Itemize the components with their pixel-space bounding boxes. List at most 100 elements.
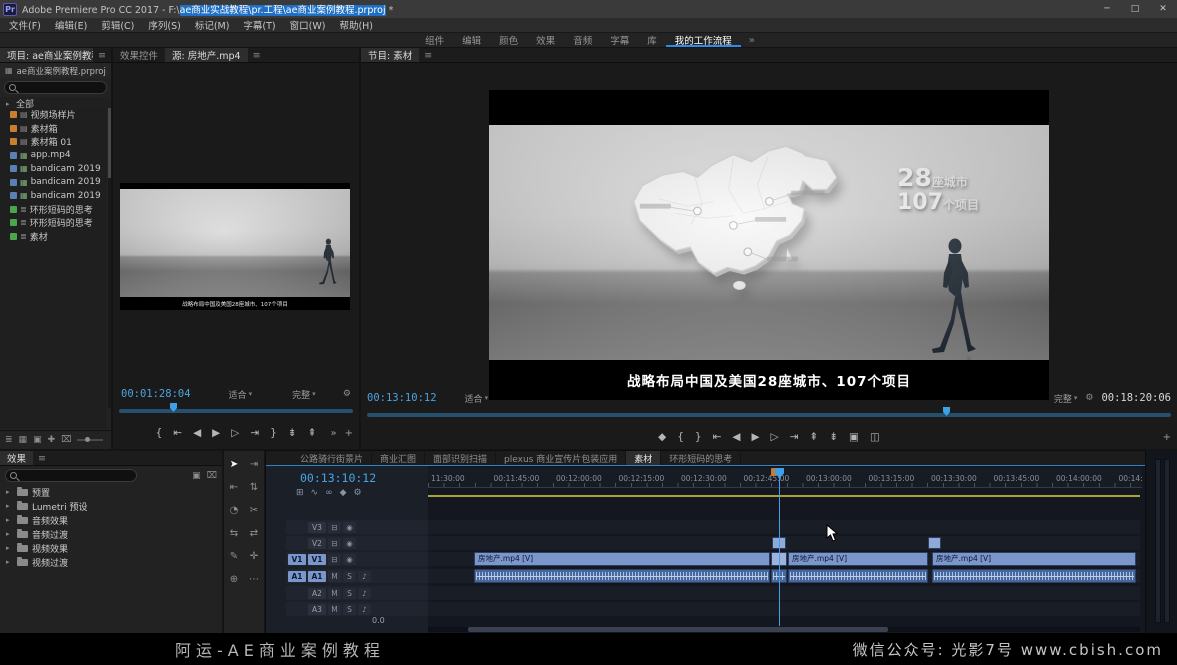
- label-color-chip[interactable]: [10, 138, 17, 145]
- track-select-forward-tool-icon[interactable]: ⇥: [247, 457, 262, 471]
- ripple-edit-tool-icon[interactable]: ⇤: [227, 480, 242, 494]
- label-color-chip[interactable]: [10, 179, 17, 186]
- new-custom-bin-icon[interactable]: ▣: [192, 471, 201, 481]
- slip-tool-icon[interactable]: ⇆: [227, 526, 242, 540]
- workspace-libraries[interactable]: 库: [638, 33, 666, 47]
- comparison-view-button[interactable]: ◫: [864, 426, 885, 448]
- source-fit-dropdown[interactable]: 适合▾: [229, 388, 253, 401]
- project-search-input[interactable]: [21, 83, 91, 93]
- new-bin-icon[interactable]: ▣: [33, 435, 42, 445]
- track-header-v3[interactable]: V3 ⊟ ◉: [286, 520, 428, 534]
- solo-button[interactable]: S: [343, 604, 356, 615]
- menu-clip[interactable]: 剪辑(C): [94, 18, 141, 32]
- track-lane-a2[interactable]: [428, 586, 1140, 600]
- project-item-bin-3[interactable]: 素材箱 01: [0, 135, 107, 149]
- play-button[interactable]: ▶: [746, 426, 765, 448]
- list-view-icon[interactable]: ≣: [5, 435, 13, 445]
- twirl-icon[interactable]: ▸: [6, 530, 13, 538]
- tab-program-monitor[interactable]: 节目: 素材: [361, 48, 419, 62]
- track-target-box[interactable]: A1: [308, 571, 326, 582]
- project-file-row[interactable]: ▦ ae商业案例教程.prproj: [0, 63, 111, 78]
- rolling-edit-tool-icon[interactable]: ⇅: [247, 480, 262, 494]
- workspace-custom[interactable]: 我的工作流程: [666, 33, 741, 47]
- overwrite-button[interactable]: ⇞: [302, 422, 322, 444]
- add-button-icon[interactable]: +: [345, 428, 353, 439]
- effects-audio-effects[interactable]: ▸ 音频效果: [0, 513, 222, 527]
- timeline-settings-icon[interactable]: ⚙: [354, 488, 362, 498]
- go-to-in-button[interactable]: ⇤: [707, 426, 727, 448]
- track-visibility-icon[interactable]: ◉: [343, 554, 356, 565]
- mark-out-button[interactable]: }: [689, 426, 707, 448]
- label-color-chip[interactable]: [10, 165, 17, 172]
- voiceover-mic-icon[interactable]: ♪: [358, 588, 371, 599]
- go-to-out-button[interactable]: ⇥: [784, 426, 804, 448]
- source-patch-box[interactable]: V1: [288, 554, 306, 565]
- mute-button[interactable]: M: [328, 604, 341, 615]
- effects-audio-transitions[interactable]: ▸ 音频过渡: [0, 527, 222, 541]
- track-header-v2[interactable]: V2 ⊟ ◉: [286, 536, 428, 550]
- icon-view-icon[interactable]: ▦: [19, 435, 28, 445]
- export-frame-button[interactable]: ▣: [844, 426, 865, 448]
- label-color-chip[interactable]: [10, 206, 17, 213]
- razor-tool-icon[interactable]: ✂: [247, 503, 262, 517]
- track-header-v1[interactable]: V1 V1 ⊟ ◉: [286, 552, 428, 566]
- program-scrollbar[interactable]: [367, 413, 1171, 417]
- timeline-clip-v1-1[interactable]: 房地产.mp4 [V]: [474, 552, 770, 566]
- label-color-chip[interactable]: [10, 152, 17, 159]
- timeline-clip-v1-3[interactable]: 房地产.mp4 [V]: [932, 552, 1136, 566]
- play-button[interactable]: ▶: [207, 422, 226, 444]
- mute-button[interactable]: M: [328, 588, 341, 599]
- track-target-box[interactable]: V2: [308, 538, 326, 549]
- sequence-tab-3[interactable]: 面部识别扫描: [425, 451, 496, 465]
- go-to-out-button[interactable]: ⇥: [245, 422, 265, 444]
- sequence-tab-5[interactable]: 素材: [626, 451, 661, 465]
- track-visibility-icon[interactable]: ◉: [343, 522, 356, 533]
- track-target-box[interactable]: A2: [308, 588, 326, 599]
- tab-source-monitor[interactable]: 源: 房地产.mp4: [165, 48, 248, 62]
- effects-video-effects[interactable]: ▸ 视频效果: [0, 541, 222, 555]
- snap-icon[interactable]: ∿: [311, 488, 319, 498]
- add-marker-button[interactable]: ◆: [653, 426, 672, 448]
- project-scrollbar[interactable]: [108, 108, 111, 408]
- program-timecode[interactable]: 00:13:10:12: [367, 392, 437, 404]
- project-item-bin-1[interactable]: 视频场样片: [0, 108, 107, 122]
- menu-title[interactable]: 字幕(T): [236, 18, 282, 32]
- add-marker-icon[interactable]: ◆: [340, 488, 347, 498]
- mark-out-button[interactable]: }: [265, 422, 283, 444]
- step-forward-button[interactable]: ▷: [765, 426, 784, 448]
- timeline-audio-clip-2[interactable]: [788, 569, 928, 583]
- label-color-chip[interactable]: [10, 111, 17, 118]
- project-item-clip-3[interactable]: bandicam 2019: [0, 176, 107, 190]
- timeline-playhead[interactable]: [779, 468, 780, 626]
- new-item-icon[interactable]: ✚: [48, 435, 56, 445]
- hand-tool-icon[interactable]: ✛: [247, 549, 262, 563]
- lift-button[interactable]: ⇞: [804, 426, 824, 448]
- source-resolution-dropdown[interactable]: 完整▾: [292, 388, 316, 401]
- track-header-a1[interactable]: A1 A1 M S ♪: [286, 569, 428, 583]
- effects-search-input[interactable]: [22, 471, 122, 481]
- step-forward-button[interactable]: ▷: [226, 422, 245, 444]
- go-to-in-button[interactable]: ⇤: [168, 422, 188, 444]
- project-item-seq-2[interactable]: 环形短码的思考: [0, 216, 107, 230]
- sequence-tab-1[interactable]: 公路骑行街景片: [292, 451, 372, 465]
- track-target-box[interactable]: V1: [308, 554, 326, 565]
- timeline-horizontal-scrollbar[interactable]: [428, 627, 1140, 632]
- program-resolution-dropdown[interactable]: 完整▾: [1054, 392, 1078, 405]
- panel-menu-icon[interactable]: ≡: [93, 48, 111, 62]
- track-lane-a3[interactable]: [428, 602, 1140, 616]
- menu-help[interactable]: 帮助(H): [332, 18, 380, 32]
- track-target-box[interactable]: A3: [308, 604, 326, 615]
- effects-video-transitions[interactable]: ▸ 视频过渡: [0, 555, 222, 569]
- solo-button[interactable]: S: [343, 571, 356, 582]
- workspace-assembly[interactable]: 组件: [416, 33, 453, 47]
- sync-lock-icon[interactable]: ⊟: [328, 554, 341, 565]
- panel-menu-icon[interactable]: ≡: [248, 48, 266, 62]
- menu-window[interactable]: 窗口(W): [283, 18, 333, 32]
- track-lane-v3[interactable]: [428, 520, 1140, 534]
- twirl-icon[interactable]: ▸: [6, 516, 13, 524]
- label-color-chip[interactable]: [10, 233, 17, 240]
- add-button-icon[interactable]: +: [1163, 432, 1171, 443]
- menu-sequence[interactable]: 序列(S): [141, 18, 187, 32]
- workspace-audio[interactable]: 音频: [564, 33, 601, 47]
- sequence-tab-2[interactable]: 商业汇图: [372, 451, 425, 465]
